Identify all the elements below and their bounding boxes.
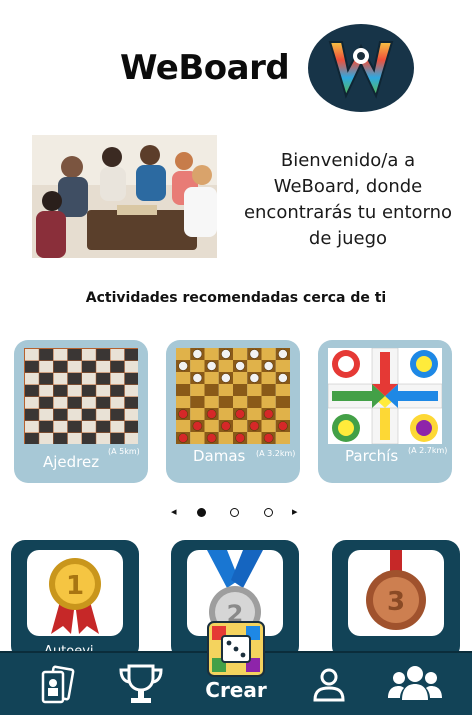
weboard-logo-icon[interactable]	[308, 24, 414, 112]
bronze-medal-icon: 3	[348, 550, 444, 636]
nav-trophy-button[interactable]	[106, 653, 176, 715]
nav-games-button[interactable]	[24, 653, 94, 715]
parchis-board-icon	[328, 348, 442, 444]
group-icon	[388, 666, 442, 700]
welcome-line: Bienvenido/a a	[280, 150, 416, 171]
pager-dot-active[interactable]	[197, 508, 206, 517]
welcome-line: encontrarás tu entorno	[243, 202, 453, 223]
activity-distance: (A 2.7km)	[408, 446, 448, 455]
next-arrow-icon[interactable]: ▸	[292, 505, 298, 519]
welcome-line: de juego	[308, 228, 388, 249]
header: WeBoard	[0, 0, 472, 125]
activity-name: Ajedrez	[43, 453, 100, 471]
app-title: WeBoard	[120, 48, 290, 88]
activity-card-damas[interactable]: Damas (A 3.2km)	[166, 340, 300, 483]
award-card-bronze[interactable]: 3	[332, 540, 460, 660]
games-cards-icon	[41, 665, 75, 704]
svg-text:1: 1	[66, 571, 84, 601]
pager-dot[interactable]	[230, 508, 239, 517]
svg-text:3: 3	[387, 587, 405, 617]
create-button[interactable]: Crear	[198, 620, 274, 710]
trophy-icon	[119, 664, 163, 703]
welcome-line: WeBoard, donde	[273, 176, 423, 197]
chessboard-icon	[24, 348, 138, 444]
activity-distance: (A 5km)	[108, 447, 140, 456]
nav-profile-button[interactable]	[294, 653, 364, 715]
gold-medal-icon: 1	[27, 550, 123, 636]
create-label: Crear	[205, 678, 267, 702]
activity-name: Damas	[193, 447, 246, 465]
activity-distance: (A 3.2km)	[256, 449, 296, 458]
carousel-pager: ◂ ▸	[0, 505, 472, 519]
award-card-gold[interactable]: 1 Autoevi...	[11, 540, 139, 660]
nav-group-button[interactable]	[380, 653, 450, 715]
activity-card-parchis[interactable]: Parchís (A 2.7km)	[318, 340, 452, 483]
friends-playing-photo	[32, 135, 217, 258]
prev-arrow-icon[interactable]: ◂	[171, 505, 177, 519]
checkers-board-icon	[176, 348, 290, 444]
welcome-message: Bienvenido/a a WeBoard, donde encontrará…	[232, 148, 464, 252]
activity-name: Parchís	[345, 447, 399, 465]
board-game-dice-icon	[206, 620, 266, 678]
recommended-title: Actividades recomendadas cerca de ti	[85, 290, 387, 306]
pager-dot[interactable]	[264, 508, 273, 517]
activity-card-ajedrez[interactable]: Ajedrez (A 5km)	[14, 340, 148, 483]
profile-icon	[313, 668, 345, 702]
